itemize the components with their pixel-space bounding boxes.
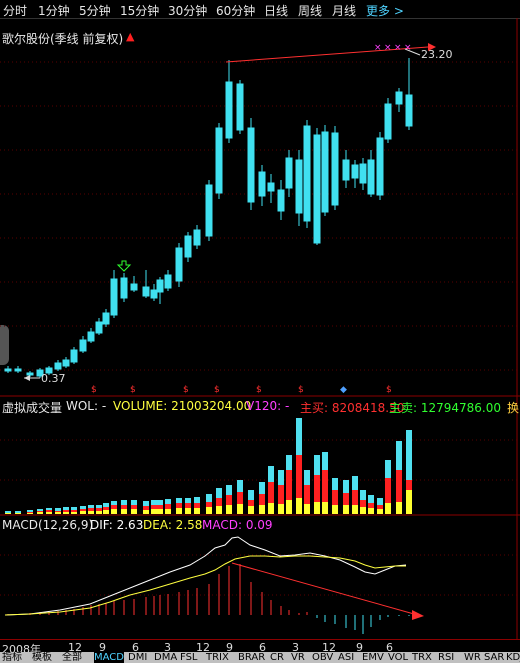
tab-rsi[interactable]: RSI — [438, 652, 454, 663]
svg-text:$: $ — [183, 385, 189, 395]
tab-vr[interactable]: VR — [291, 652, 305, 663]
v120-value: V120: - — [246, 399, 290, 413]
tab-all[interactable]: 全部 — [62, 652, 82, 663]
svg-text:×: × — [374, 43, 382, 53]
volume-value: VOLUME: 21003204.00 — [113, 399, 252, 413]
tab-sar[interactable]: SAR — [484, 652, 504, 663]
dea-value: DEA: 2.58 — [143, 518, 203, 532]
svg-text:×: × — [394, 43, 402, 53]
svg-text:$: $ — [298, 385, 304, 395]
tab-fsl[interactable]: FSL — [180, 652, 198, 663]
kline-chart: × × × × $ $ $ $ $ $ $ ◆ — [0, 18, 520, 640]
tab-kdj[interactable]: KDJ — [506, 652, 520, 663]
dif-line — [4, 536, 407, 616]
tab-obv[interactable]: OBV — [312, 652, 333, 663]
svg-text:$: $ — [130, 385, 136, 395]
tab-vol[interactable]: VOL — [388, 652, 408, 663]
dif-value: DIF: 2.63 — [90, 518, 144, 532]
wol-value: WOL: - — [66, 399, 107, 413]
tab-macd[interactable]: MACD — [94, 652, 124, 663]
svg-text:◆: ◆ — [340, 385, 347, 395]
svg-text:$: $ — [256, 385, 262, 395]
dea-line — [4, 555, 406, 616]
time-axis: 2008年 12 9 6 3 12 9 6 3 12 9 6 — [0, 639, 520, 656]
tab-trix[interactable]: TRIX — [206, 652, 229, 663]
tab-dmi[interactable]: DMI — [128, 652, 147, 663]
tab-asi[interactable]: ASI — [338, 652, 354, 663]
low-price-label: 0.37 — [41, 372, 66, 385]
macd-value: MACD: 0.09 — [202, 518, 273, 532]
volume-indicator-name: 虚拟成交量 — [2, 401, 63, 415]
svg-text:$: $ — [386, 385, 392, 395]
macd-indicator-name: MACD(12,26,9) — [2, 518, 94, 532]
svg-text:×: × — [384, 43, 392, 53]
tab-wr[interactable]: WR — [464, 652, 481, 663]
high-price-label: 23.20 — [421, 48, 453, 61]
indicator-tab-bar: 指标 模板 全部 MACD DMI DMA FSL TRIX BRAR CR V… — [0, 652, 520, 663]
tab-cr[interactable]: CR — [270, 652, 284, 663]
svg-text:$: $ — [214, 385, 220, 395]
svg-text:$: $ — [91, 385, 97, 395]
switch-indicator-button[interactable]: 换 — [507, 399, 519, 416]
buy-signal-icon — [116, 260, 132, 272]
tab-template[interactable]: 模板 — [32, 652, 52, 663]
main-sell-value: 主卖: 12794786.00 — [389, 401, 502, 415]
tab-indicator[interactable]: 指标 — [2, 652, 22, 663]
tab-brar[interactable]: BRAR — [238, 652, 265, 663]
tab-trx[interactable]: TRX — [412, 652, 432, 663]
tab-emv[interactable]: EMV — [362, 652, 384, 663]
tab-dma[interactable]: DMA — [154, 652, 177, 663]
